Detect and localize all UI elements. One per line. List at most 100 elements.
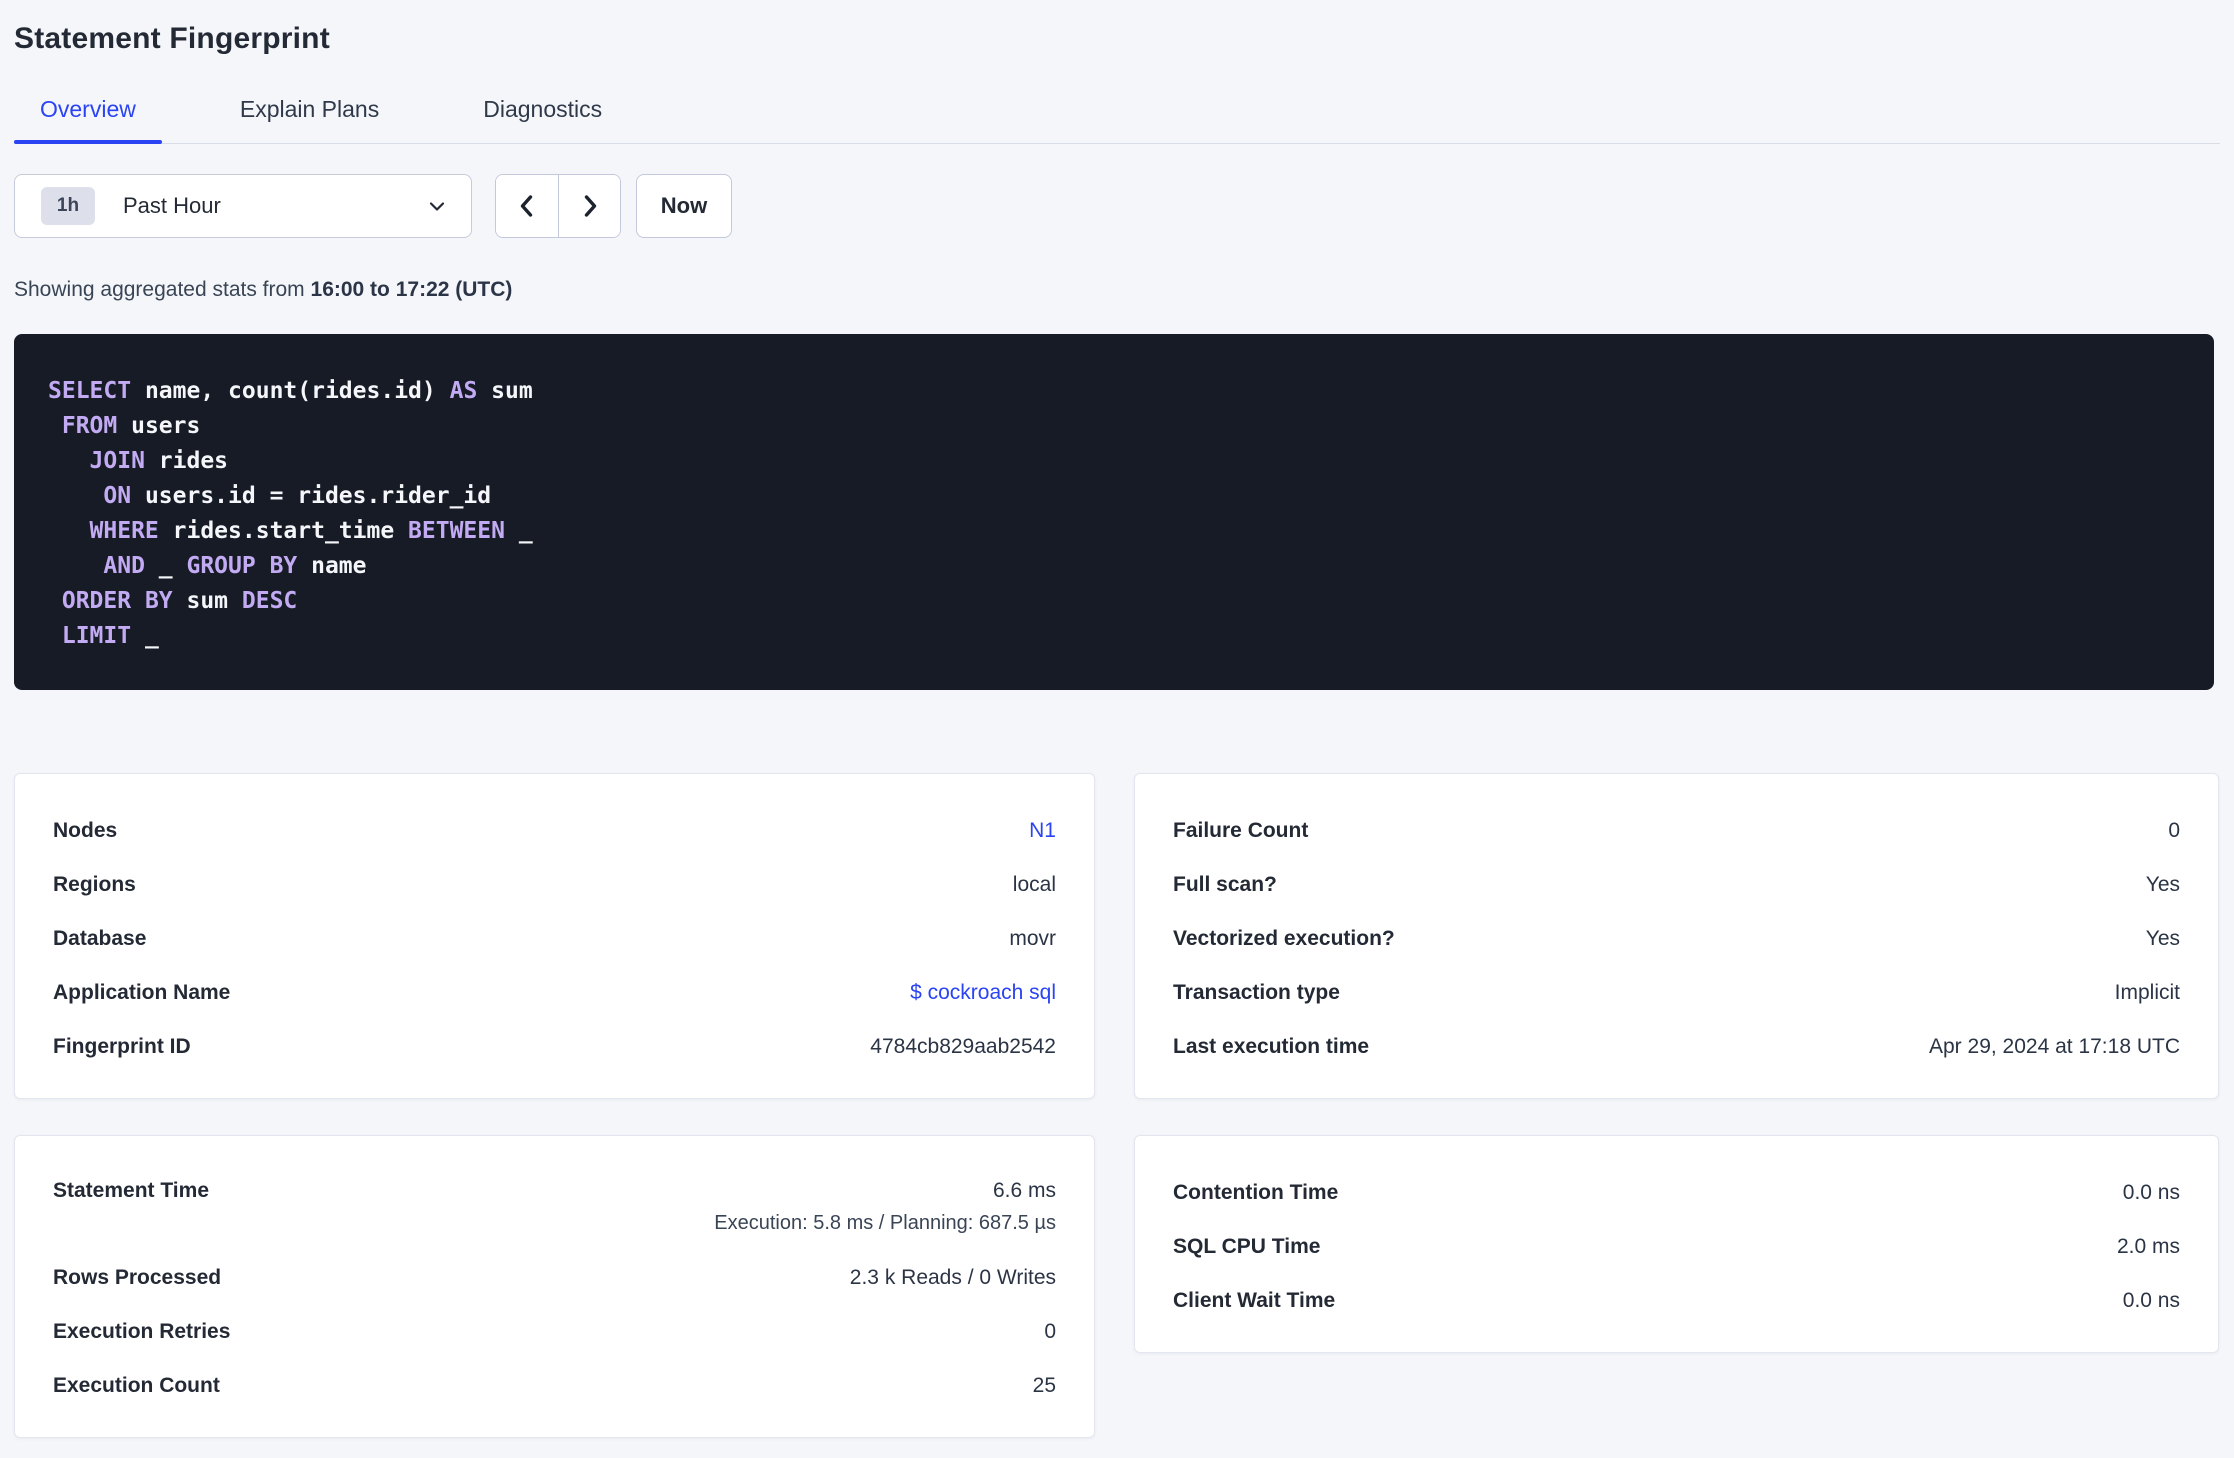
row-value-wrap: 2.0 ms <box>2117 1235 2180 1259</box>
sql-line: SELECT name, count(rides.id) AS sum <box>48 378 533 404</box>
row-label: Vectorized execution? <box>1173 927 1395 950</box>
card-row: Execution Retries 0 <box>53 1305 1056 1359</box>
row-value: Implicit <box>2114 981 2180 1004</box>
row-value: local <box>1012 873 1056 896</box>
row-value: 2.0 ms <box>2116 1235 2180 1258</box>
row-label: Fingerprint ID <box>53 1035 191 1058</box>
row-value-wrap: 25 <box>1033 1374 1056 1398</box>
tab-explain-plans[interactable]: Explain Plans <box>214 96 405 143</box>
row-value: 0 <box>2168 819 2180 842</box>
card-row: Transaction type Implicit <box>1173 966 2180 1020</box>
row-value-wrap: Yes <box>2146 873 2180 897</box>
row-value: 6.6 ms <box>992 1179 1056 1202</box>
timing-right-card: Contention Time 0.0 ns SQL CPU Time 2.0 ms C… <box>1134 1135 2219 1353</box>
row-value: Apr 29, 2024 at 17:18 UTC <box>1929 1035 2180 1058</box>
row-value: 0.0 ns <box>2122 1181 2180 1204</box>
overview-right-card: Failure Count 0 Full scan? Yes Vectorized ex… <box>1134 773 2219 1099</box>
row-value-wrap: 6.6 ms Execution: 5.8 ms / Planning: 687.… <box>714 1179 1056 1235</box>
row-label: Statement Time <box>53 1179 209 1202</box>
row-label: Full scan? <box>1173 873 1277 896</box>
row-value-wrap: 2.3 k Reads / 0 Writes <box>850 1266 1056 1290</box>
row-subvalue: Execution: 5.8 ms / Planning: 687.5 µs <box>714 1212 1056 1234</box>
card-row: Vectorized execution? Yes <box>1173 912 2180 966</box>
row-label: SQL CPU Time <box>1173 1235 1321 1258</box>
row-value-wrap: 0 <box>2168 819 2180 843</box>
card-row: Failure Count 0 <box>1173 804 2180 858</box>
row-label: Regions <box>53 873 136 896</box>
tab-diagnostics[interactable]: Diagnostics <box>457 96 628 143</box>
chevron-down-icon <box>425 194 449 218</box>
sql-line: ORDER BY sum DESC <box>61 588 298 614</box>
row-label: Rows Processed <box>53 1266 222 1289</box>
row-value-wrap: N1 <box>1029 819 1056 843</box>
sql-line: JOIN rides <box>89 448 229 474</box>
row-value: 0 <box>1044 1320 1056 1343</box>
time-pager <box>495 174 621 238</box>
sql-line: FROM users <box>61 413 201 439</box>
row-label: Execution Retries <box>53 1320 231 1343</box>
card-row: Statement Time 6.6 ms Execution: 5.8 ms / … <box>53 1166 1056 1251</box>
sql-line: ON users.id = rides.rider_id <box>103 483 492 509</box>
row-value: movr <box>1009 927 1056 950</box>
time-interval-dropdown[interactable]: 1h Past Hour <box>14 174 472 238</box>
card-row: Last execution time Apr 29, 2024 at 17:18… <box>1173 1020 2180 1074</box>
card-row: Fingerprint ID 4784cb829aab2542 <box>53 1020 1056 1074</box>
card-row: Regions local <box>53 858 1056 912</box>
row-value: Yes <box>2145 927 2180 950</box>
statement-fingerprint-page: Statement Fingerprint Overview Explain P… <box>0 0 2234 1438</box>
card-row: SQL CPU Time 2.0 ms <box>1173 1220 2180 1274</box>
aggregated-stats-text: Showing aggregated stats from 16:00 to 1… <box>14 278 2220 302</box>
row-value: 0.0 ns <box>2122 1289 2180 1312</box>
row-value: 4784cb829aab2542 <box>870 1035 1056 1058</box>
card-row: Database movr <box>53 912 1056 966</box>
time-controls: 1h Past Hour Now <box>14 174 2220 238</box>
sql-line: LIMIT _ <box>61 623 159 649</box>
summary-cards: Nodes N1 Regions local Database movr Applicati… <box>14 773 2220 1438</box>
row-value-wrap: Implicit <box>2115 981 2180 1005</box>
now-button[interactable]: Now <box>636 174 732 238</box>
row-value-wrap: local <box>1013 873 1056 897</box>
previous-interval-button[interactable] <box>496 175 558 237</box>
row-label: Nodes <box>53 819 118 842</box>
next-interval-button[interactable] <box>558 175 620 237</box>
row-label: Contention Time <box>1173 1181 1339 1204</box>
sql-statement: SELECT name, count(rides.id) AS sum FROM… <box>14 334 2214 690</box>
interval-badge: 1h <box>41 187 95 225</box>
overview-left-card: Nodes N1 Regions local Database movr Applicati… <box>14 773 1095 1099</box>
row-label: Execution Count <box>53 1374 220 1397</box>
row-value-wrap: 0.0 ns <box>2123 1181 2180 1205</box>
card-row: Client Wait Time 0.0 ns <box>1173 1274 2180 1328</box>
chevron-left-icon <box>513 192 541 220</box>
chevron-right-icon <box>576 192 604 220</box>
row-label: Failure Count <box>1173 819 1309 842</box>
card-row: Execution Count 25 <box>53 1359 1056 1413</box>
row-value-wrap: 0.0 ns <box>2123 1289 2180 1313</box>
sql-line: WHERE rides.start_time BETWEEN _ <box>89 518 533 544</box>
row-value-wrap: Apr 29, 2024 at 17:18 UTC <box>1929 1035 2180 1059</box>
tab-bar: Overview Explain Plans Diagnostics <box>14 96 2220 144</box>
row-value: 25 <box>1032 1374 1056 1397</box>
card-row: Full scan? Yes <box>1173 858 2180 912</box>
row-label: Client Wait Time <box>1173 1289 1336 1312</box>
page-title: Statement Fingerprint <box>14 22 330 55</box>
row-value: Yes <box>2145 873 2180 896</box>
interval-label: Past Hour <box>123 193 221 218</box>
card-row: Nodes N1 <box>53 804 1056 858</box>
row-value-link[interactable]: N1 <box>1029 819 1056 843</box>
row-label: Application Name <box>53 981 231 1004</box>
card-row: Rows Processed 2.3 k Reads / 0 Writes <box>53 1251 1056 1305</box>
row-value-wrap: 0 <box>1044 1320 1056 1344</box>
timing-left-card: Statement Time 6.6 ms Execution: 5.8 ms / … <box>14 1135 1095 1438</box>
aggregated-stats-prefix: Showing aggregated stats from <box>14 278 311 301</box>
sql-line: AND _ GROUP BY name <box>103 553 367 579</box>
row-value-link[interactable]: $ cockroach sql <box>910 981 1056 1005</box>
row-label: Database <box>53 927 147 950</box>
row-label: Last execution time <box>1173 1035 1370 1058</box>
aggregated-stats-range: 16:00 to 17:22 (UTC) <box>310 278 513 301</box>
row-label: Transaction type <box>1173 981 1340 1004</box>
row-value-wrap: $ cockroach sql <box>910 981 1056 1005</box>
row-value-wrap: movr <box>1009 927 1056 951</box>
row-value-wrap: 4784cb829aab2542 <box>870 1035 1056 1059</box>
tab-overview[interactable]: Overview <box>14 96 162 144</box>
card-row: Contention Time 0.0 ns <box>1173 1166 2180 1220</box>
